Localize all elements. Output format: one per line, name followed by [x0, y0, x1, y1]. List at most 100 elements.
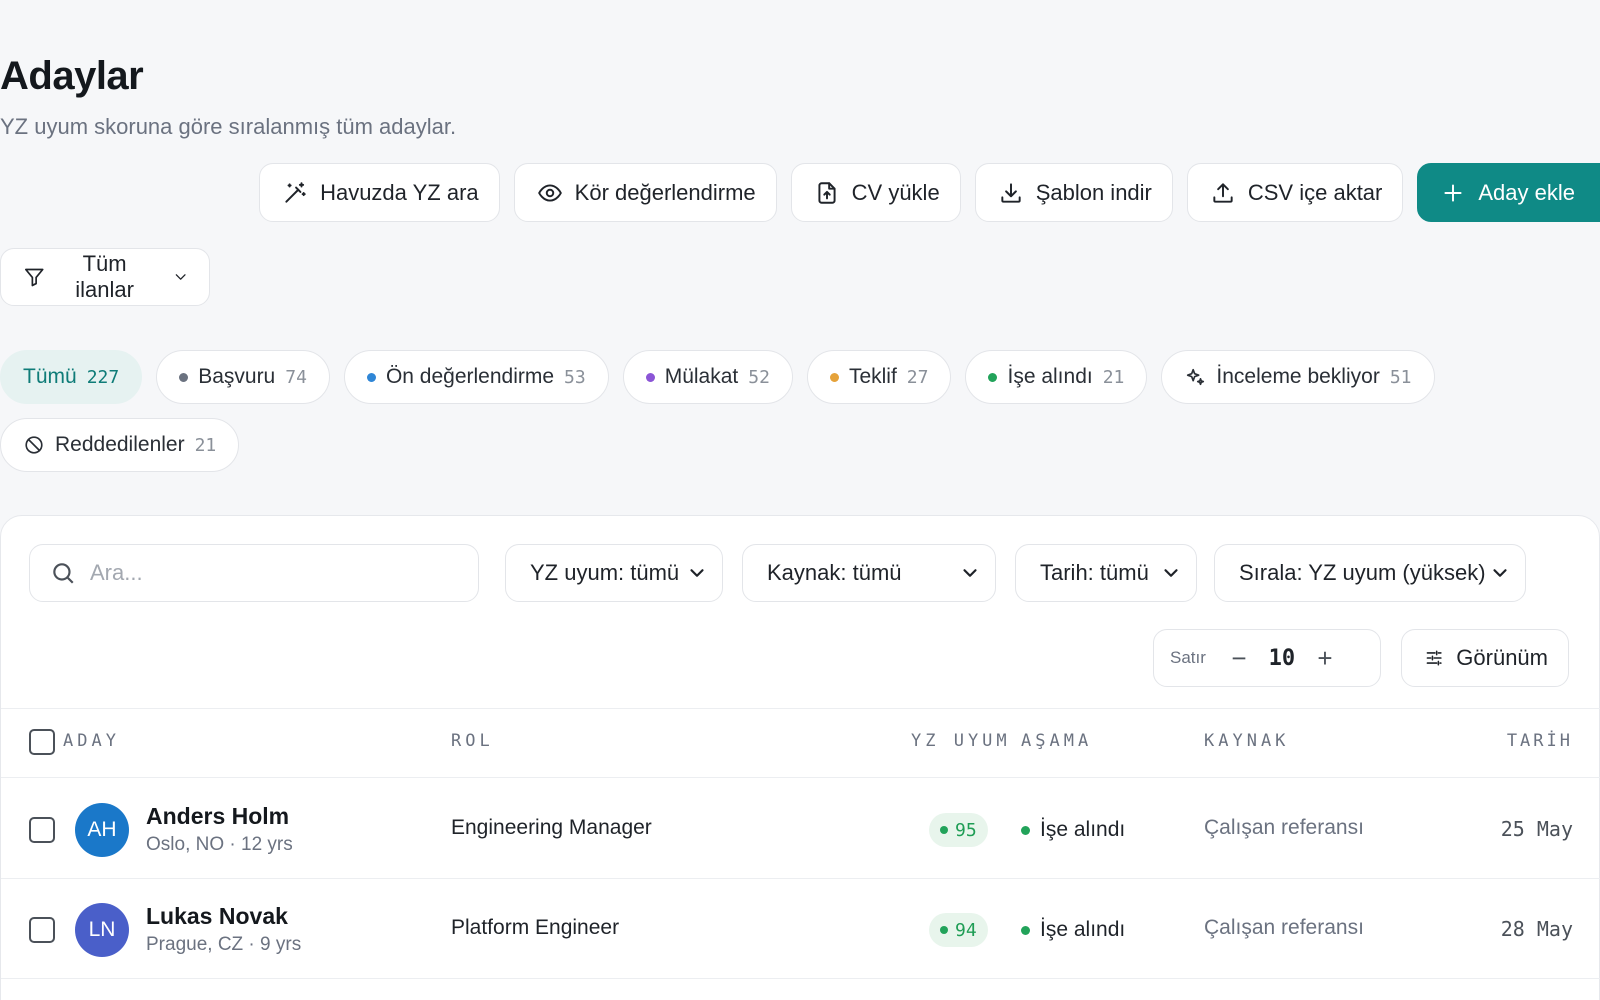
- stage-dot: [1021, 925, 1030, 935]
- candidate-source: Çalışan referansı: [1204, 816, 1364, 839]
- candidate-date: 28 May: [1500, 917, 1573, 941]
- status-tabs: Tümü 227 Başvuru 74 Ön değerlendirme 53 …: [0, 350, 1440, 472]
- increment-button[interactable]: +: [1310, 643, 1340, 674]
- tab-all[interactable]: Tümü 227: [0, 350, 143, 404]
- view-options-button[interactable]: Görünüm: [1401, 629, 1569, 687]
- ai-search-button[interactable]: Havuzda YZ ara: [259, 163, 500, 222]
- column-header-stage[interactable]: AŞAMA: [1021, 731, 1092, 751]
- avatar: AH: [75, 803, 129, 857]
- candidate-role: Engineering Manager: [451, 816, 652, 839]
- candidates-card: YZ uyum: tümü Kaynak: tümü Tarih: tümü S…: [0, 515, 1600, 1000]
- column-header-source[interactable]: KAYNAK: [1204, 731, 1289, 751]
- file-upload-icon: [818, 181, 836, 204]
- column-header-ai-fit[interactable]: YZ UYUM: [911, 731, 1011, 751]
- tab-label: Mülakat: [664, 365, 739, 388]
- tab-rejected[interactable]: Reddedilenler 21: [0, 418, 240, 472]
- job-filter-dropdown[interactable]: Tüm ilanlar: [0, 248, 210, 306]
- ai-fit-score: 95: [955, 819, 977, 841]
- date-select[interactable]: Tarih: tümü: [1015, 544, 1197, 602]
- status-dot: [179, 372, 189, 382]
- candidate-role: Platform Engineer: [451, 916, 620, 939]
- tab-label: İşe alındı: [1007, 365, 1093, 388]
- tab-pending-review[interactable]: İnceleme bekliyor 51: [1161, 350, 1435, 404]
- chevron-down-icon: [175, 274, 186, 280]
- tab-count: 227: [86, 366, 120, 388]
- rows-label: Satır: [1170, 648, 1206, 667]
- filter-icon: [24, 268, 44, 287]
- candidate-date: 25 May: [1500, 817, 1573, 841]
- status-dot: [829, 372, 839, 382]
- upload-cv-label: CV yükle: [851, 179, 940, 205]
- blind-review-label: Kör değerlendirme: [574, 179, 756, 205]
- stage-status: İşe alındı: [1021, 818, 1125, 842]
- tab-count: 74: [285, 366, 307, 388]
- tab-count: 53: [564, 366, 586, 388]
- search-box: [29, 544, 479, 602]
- tab-count: 21: [194, 434, 217, 456]
- tab-count: 27: [906, 366, 929, 388]
- download-icon: [1001, 182, 1021, 203]
- tab-application[interactable]: Başvuru 74: [156, 350, 330, 404]
- tab-count: 21: [1102, 366, 1125, 388]
- stage-status: İşe alındı: [1021, 918, 1125, 942]
- sort-select[interactable]: Sırala: YZ uyum (yüksek): [1214, 544, 1526, 602]
- tab-pre-screening[interactable]: Ön değerlendirme 53: [343, 350, 609, 404]
- tab-count: 52: [748, 366, 770, 388]
- eye-icon: [537, 183, 562, 202]
- job-filter-label: Tüm ilanlar: [75, 251, 134, 302]
- avatar: LN: [75, 903, 129, 957]
- stage-dot: [1021, 825, 1030, 835]
- ai-fit-score: 94: [955, 919, 977, 941]
- view-options-label: Görünüm: [1456, 645, 1548, 670]
- source-select-value: Kaynak: tümü: [767, 560, 902, 585]
- table-row[interactable]: AH Anders Holm Oslo, NO · 12 yrs Enginee…: [1, 779, 1600, 879]
- add-candidate-label: Aday ekle: [1478, 179, 1575, 205]
- rows-per-page-stepper: Satır − 10 +: [1153, 629, 1381, 687]
- score-dot: [940, 826, 948, 834]
- download-template-button[interactable]: Şablon indir: [974, 163, 1173, 222]
- import-csv-button[interactable]: CSV içe aktar: [1186, 163, 1404, 222]
- download-template-label: Şablon indir: [1035, 179, 1152, 205]
- chevron-down-icon: [1493, 569, 1507, 577]
- action-toolbar: Havuzda YZ ara Kör değerlendirme CV yükl…: [259, 163, 1600, 222]
- search-input[interactable]: [90, 560, 450, 586]
- page-title: Adaylar: [0, 54, 144, 98]
- plus-icon: [1444, 183, 1462, 202]
- import-csv-label: CSV içe aktar: [1247, 179, 1383, 205]
- column-header-date[interactable]: TARİH: [1507, 731, 1573, 751]
- status-dot: [645, 372, 655, 382]
- status-dot: [366, 372, 376, 382]
- status-dot: [988, 372, 998, 382]
- tab-hired[interactable]: İşe alındı 21: [965, 350, 1148, 404]
- upload-cv-button[interactable]: CV yükle: [790, 163, 961, 222]
- column-header-role[interactable]: ROL: [451, 731, 494, 751]
- stage-label: İşe alındı: [1040, 918, 1126, 941]
- score-dot: [940, 926, 948, 934]
- add-candidate-button[interactable]: Aday ekle: [1417, 163, 1600, 222]
- tab-label: İnceleme bekliyor: [1216, 365, 1380, 388]
- chevron-down-icon: [1164, 569, 1178, 577]
- ban-icon: [25, 436, 43, 454]
- source-select[interactable]: Kaynak: tümü: [742, 544, 996, 602]
- tab-label: Reddedilenler: [55, 433, 185, 456]
- table-row[interactable]: LN Lukas Novak Prague, CZ · 9 yrs Platfo…: [1, 879, 1600, 979]
- column-header-candidate[interactable]: ADAY: [63, 731, 120, 751]
- chevron-down-icon: [690, 569, 704, 577]
- select-all-checkbox[interactable]: [29, 729, 55, 755]
- table-header: ADAY ROL YZ UYUM AŞAMA KAYNAK TARİH: [1, 708, 1600, 778]
- candidate-name[interactable]: Lukas Novak: [146, 903, 288, 930]
- rows-value: 10: [1268, 645, 1296, 671]
- candidate-name[interactable]: Anders Holm: [146, 803, 289, 830]
- tab-interview[interactable]: Mülakat 52: [622, 350, 793, 404]
- ai-fit-select[interactable]: YZ uyum: tümü: [505, 544, 723, 602]
- row-checkbox[interactable]: [29, 917, 55, 943]
- blind-review-button[interactable]: Kör değerlendirme: [513, 163, 777, 222]
- decrement-button[interactable]: −: [1224, 643, 1254, 674]
- page-subtitle: YZ uyum skoruna göre sıralanmış tüm aday…: [0, 114, 457, 139]
- row-checkbox[interactable]: [29, 817, 55, 843]
- tab-offer[interactable]: Teklif 27: [806, 350, 952, 404]
- chevron-down-icon: [963, 569, 977, 577]
- ai-fit-badge: 94: [929, 913, 988, 947]
- tab-count: 51: [1389, 366, 1412, 388]
- upload-icon: [1213, 182, 1233, 203]
